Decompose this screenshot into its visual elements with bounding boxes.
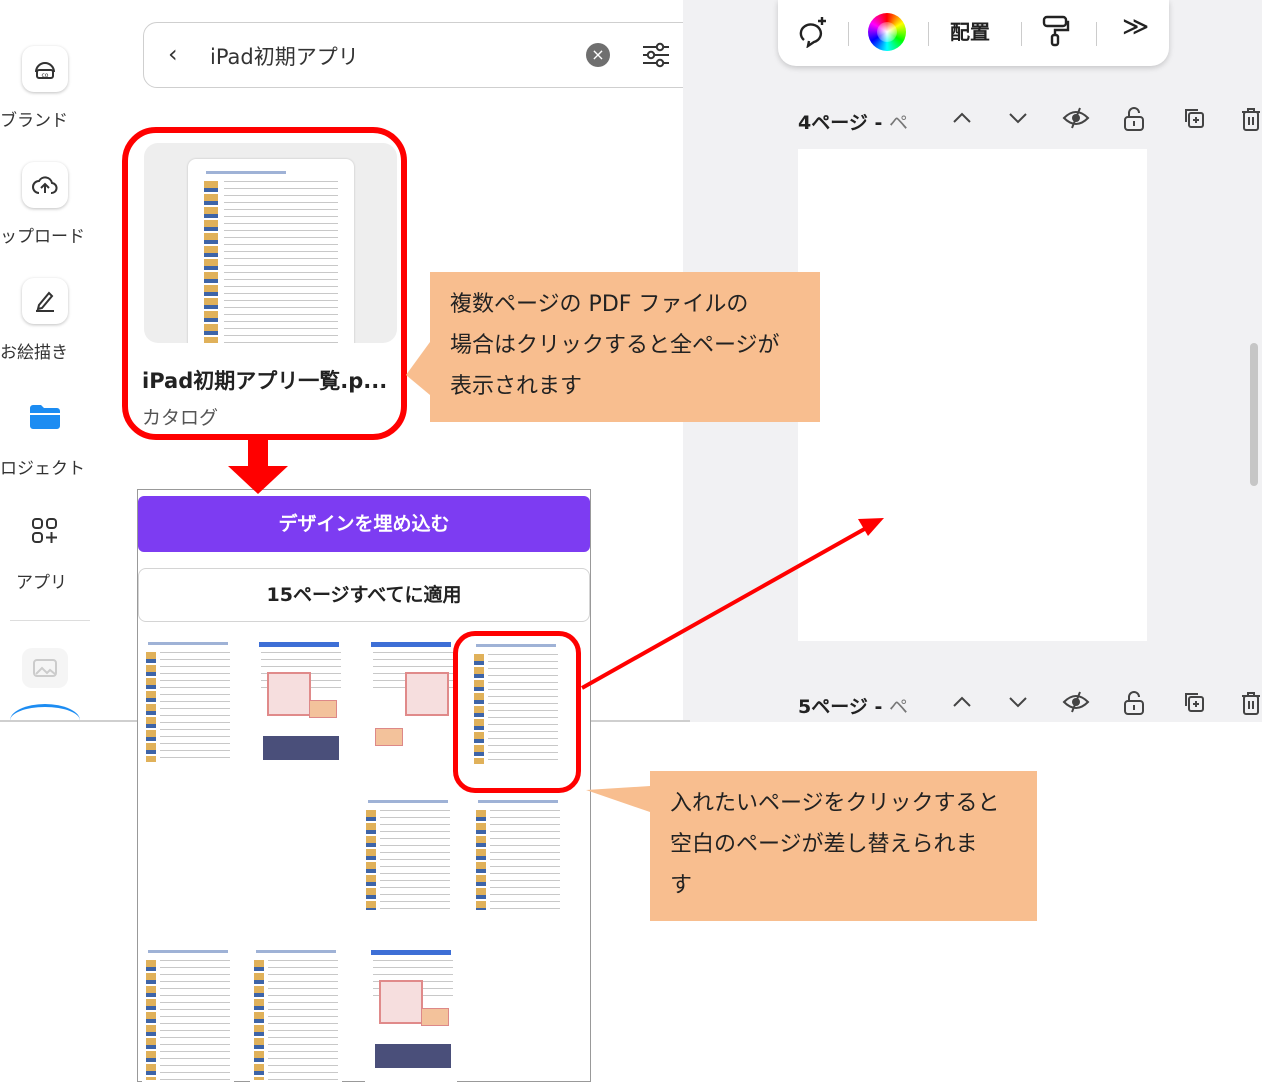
file-result-card[interactable]: iPad初期アプリ一覧.p... カタログ	[122, 127, 407, 440]
arrange-button[interactable]: 配置	[950, 16, 990, 45]
unlock-icon[interactable]	[1122, 690, 1146, 721]
page-number: 5ページ -	[798, 696, 889, 718]
callout-text-line: 入れたいページをクリックすると	[670, 791, 1000, 816]
sidebar-item-label: ップロード	[0, 227, 85, 247]
apply-all-pages-button[interactable]: 15ページすべてに適用	[138, 568, 590, 622]
pdf-page-thumbnail[interactable]	[253, 638, 345, 768]
sidebar-divider	[10, 620, 90, 621]
page-number: 4ページ -	[798, 112, 889, 134]
file-name: iPad初期アプリ一覧.p...	[142, 369, 388, 393]
document-preview	[188, 159, 354, 343]
more-button[interactable]: ≫	[1122, 12, 1149, 42]
callout-text-line: 空白のページが差し替えられま	[670, 832, 978, 857]
filter-icon[interactable]	[640, 39, 672, 75]
embed-design-button[interactable]: デザインを埋め込む	[138, 496, 590, 552]
unlock-icon[interactable]	[1122, 106, 1146, 137]
sidebar-item-upload[interactable]: ップロード	[0, 162, 90, 247]
trash-icon[interactable]	[1240, 690, 1262, 721]
hide-icon[interactable]	[1062, 106, 1090, 135]
pdf-page-thumbnail[interactable]	[142, 946, 234, 1082]
pdf-page-thumbnail[interactable]	[472, 796, 564, 914]
callout-tail	[406, 342, 430, 395]
draw-icon	[22, 278, 68, 324]
page-bar-4: 4ページ - ペ	[798, 104, 1262, 138]
clear-icon[interactable]: ×	[586, 43, 610, 67]
sidebar-item-draw[interactable]: お絵描き	[0, 278, 90, 363]
sidebar-item-label: お絵描き	[0, 343, 68, 363]
document-preview-content	[200, 167, 342, 343]
file-type: カタログ	[142, 407, 219, 429]
duplicate-page-icon[interactable]	[1182, 106, 1206, 135]
sidebar-item-label: ロジェクト	[0, 459, 85, 479]
sidebar-item-label: ブランド	[0, 111, 68, 131]
color-wheel-icon[interactable]	[868, 13, 906, 51]
page-label[interactable]: 5ページ - ペ	[798, 692, 908, 719]
pdf-page-thumbnail[interactable]	[362, 796, 454, 914]
image-icon[interactable]	[22, 648, 68, 688]
folder-icon	[22, 394, 68, 440]
scrollbar[interactable]	[1250, 343, 1258, 486]
upload-cloud-icon	[22, 162, 68, 208]
sidebar-item-apps[interactable]: アプリ	[0, 508, 90, 593]
brand-icon: co	[22, 46, 68, 92]
chevron-left-icon[interactable]: ‹	[168, 40, 178, 68]
floating-toolbar: 配置 ≫	[778, 0, 1169, 66]
chevron-up-icon[interactable]	[950, 106, 974, 135]
file-thumbnail[interactable]	[144, 143, 397, 343]
trash-icon[interactable]	[1240, 106, 1262, 137]
callout-multipage-pdf: 複数ページの PDF ファイルの 場合はクリックすると全ページが 表示されます	[430, 272, 820, 422]
apps-icon	[22, 508, 68, 554]
chevron-up-icon[interactable]	[950, 690, 974, 719]
callout-text-line: 複数ページの PDF ファイルの	[450, 292, 749, 317]
sidebar-item-projects[interactable]: ロジェクト	[0, 394, 90, 479]
chevron-down-icon[interactable]	[1006, 690, 1030, 719]
hide-icon[interactable]	[1062, 690, 1090, 719]
callout-text-line: 表示されます	[450, 374, 583, 399]
pdf-page-thumbnail[interactable]	[142, 638, 234, 768]
page-4-canvas[interactable]	[798, 149, 1147, 641]
pdf-page-thumbnail[interactable]	[250, 946, 342, 1082]
search-bar[interactable]: ‹ iPad初期アプリ ×	[143, 22, 705, 88]
down-arrow-shaft	[248, 440, 268, 466]
search-input[interactable]: iPad初期アプリ	[210, 41, 359, 71]
page-name: ペ	[888, 112, 908, 134]
callout-replace-page: 入れたいページをクリックすると 空白のページが差し替えられま す	[650, 771, 1037, 921]
selected-page-highlight	[453, 631, 581, 793]
sidebar-item-label: アプリ	[16, 573, 67, 593]
sidebar: co ブランド ップロード お絵描き ロジェクト アプリ	[0, 0, 90, 720]
chevron-down-icon[interactable]	[1006, 106, 1030, 135]
callout-text-line: 場合はクリックすると全ページが	[450, 333, 780, 358]
svg-text:co: co	[42, 72, 49, 79]
page-label[interactable]: 4ページ - ペ	[798, 108, 908, 135]
pdf-page-thumbnail[interactable]	[365, 638, 457, 768]
paint-roller-icon[interactable]	[1040, 14, 1070, 53]
page-name: ペ	[888, 696, 908, 718]
callout-text-line: す	[670, 873, 693, 898]
magic-lasso-icon[interactable]	[796, 14, 830, 53]
sidebar-item-brand[interactable]: co ブランド	[0, 46, 90, 131]
callout-tail	[586, 786, 650, 812]
page-bar-5: 5ページ - ペ	[798, 688, 1262, 722]
duplicate-page-icon[interactable]	[1182, 690, 1206, 719]
pdf-page-thumbnail[interactable]	[365, 946, 457, 1082]
